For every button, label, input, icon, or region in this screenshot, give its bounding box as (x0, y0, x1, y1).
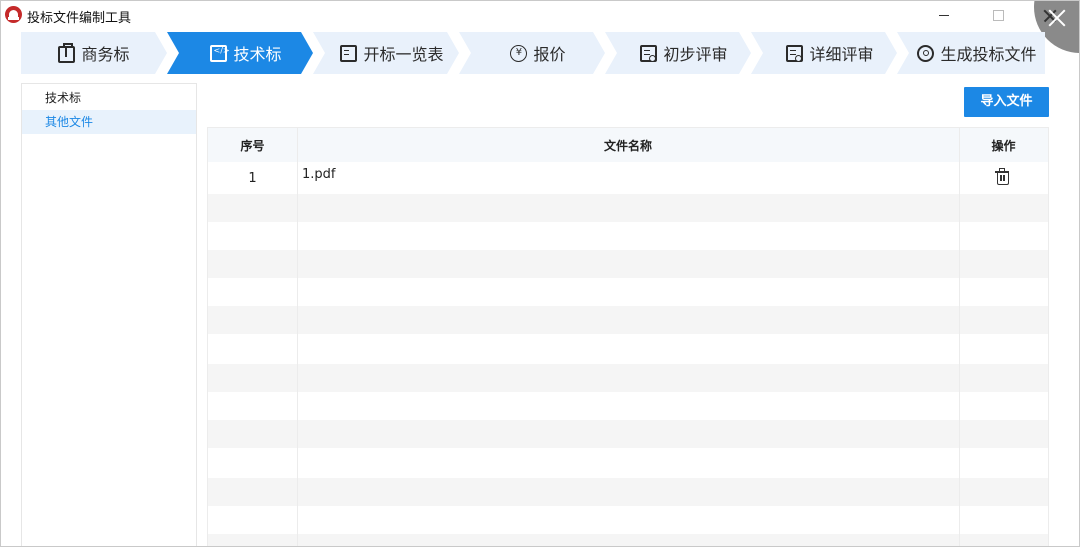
column-divider (959, 128, 960, 546)
table-row[interactable]: 1 1.pdf (208, 162, 1048, 190)
document-icon (340, 44, 358, 62)
step-price[interactable]: ¥ 报价 (471, 32, 605, 74)
table-row-empty (208, 222, 1048, 250)
sidebar-item-other-files[interactable]: 其他文件 (22, 110, 196, 134)
table-header: 序号 文件名称 操作 (208, 128, 1048, 162)
step-label: 商务标 (81, 45, 130, 64)
yen-icon: ¥ (510, 44, 528, 62)
step-navigation: 商务标 技术标 开标一览表 ¥ 报价 初步评审 详细评审 生成投标文件 (21, 32, 1045, 74)
step-label: 初步评审 (663, 45, 728, 64)
minimize-button[interactable] (931, 5, 957, 25)
step-generate-file[interactable]: 生成投标文件 (909, 32, 1045, 74)
table-row-empty (208, 534, 1048, 546)
step-label: 报价 (533, 45, 566, 64)
table-row-empty (208, 364, 1048, 392)
step-technical[interactable]: 技术标 (179, 32, 313, 74)
table-row-empty (208, 478, 1048, 506)
column-divider (297, 128, 298, 546)
step-label: 生成投标文件 (940, 45, 1037, 64)
file-table: 序号 文件名称 操作 1 1.pdf (207, 127, 1049, 546)
app-window: 投标文件编制工具 商务标 技术标 开标一览表 ¥ (0, 0, 1080, 547)
column-header-index: 序号 (240, 139, 265, 153)
table-row-empty (208, 334, 1048, 362)
step-label: 开标一览表 (363, 45, 444, 64)
step-opening-list[interactable]: 开标一览表 (325, 32, 459, 74)
table-row-empty (208, 194, 1048, 222)
step-detailed-review[interactable]: 详细评审 (763, 32, 897, 74)
column-header-file-name: 文件名称 (603, 139, 652, 153)
step-label: 技术标 (233, 45, 282, 64)
review-icon (640, 44, 658, 62)
column-header-action: 操作 (991, 139, 1016, 153)
table-row-empty (208, 250, 1048, 278)
window-title: 投标文件编制工具 (27, 11, 132, 26)
table-row-empty (208, 392, 1048, 420)
table-row-empty (208, 306, 1048, 334)
step-preliminary-review[interactable]: 初步评审 (617, 32, 751, 74)
import-file-button[interactable]: 导入文件 (964, 87, 1049, 117)
table-row-empty (208, 420, 1048, 448)
step-label: 详细评审 (809, 45, 874, 64)
sidebar-item-technical[interactable]: 技术标 (22, 86, 196, 110)
review-icon (786, 44, 804, 62)
close-button[interactable] (1044, 6, 1070, 32)
trash-icon[interactable] (995, 168, 1009, 185)
generate-icon (917, 44, 935, 62)
briefcase-icon (58, 42, 76, 63)
cell-file-name: 1.pdf (302, 167, 336, 182)
table-row-empty (208, 278, 1048, 306)
cell-index: 1 (248, 171, 257, 186)
code-icon (210, 44, 230, 62)
app-logo-icon (5, 6, 22, 23)
step-business[interactable]: 商务标 (21, 32, 167, 74)
maximize-button[interactable] (985, 5, 1011, 25)
table-row-empty (208, 448, 1048, 476)
sidebar: 技术标 其他文件 (21, 83, 197, 546)
title-bar: 投标文件编制工具 (1, 1, 1079, 53)
table-row-empty (208, 506, 1048, 534)
